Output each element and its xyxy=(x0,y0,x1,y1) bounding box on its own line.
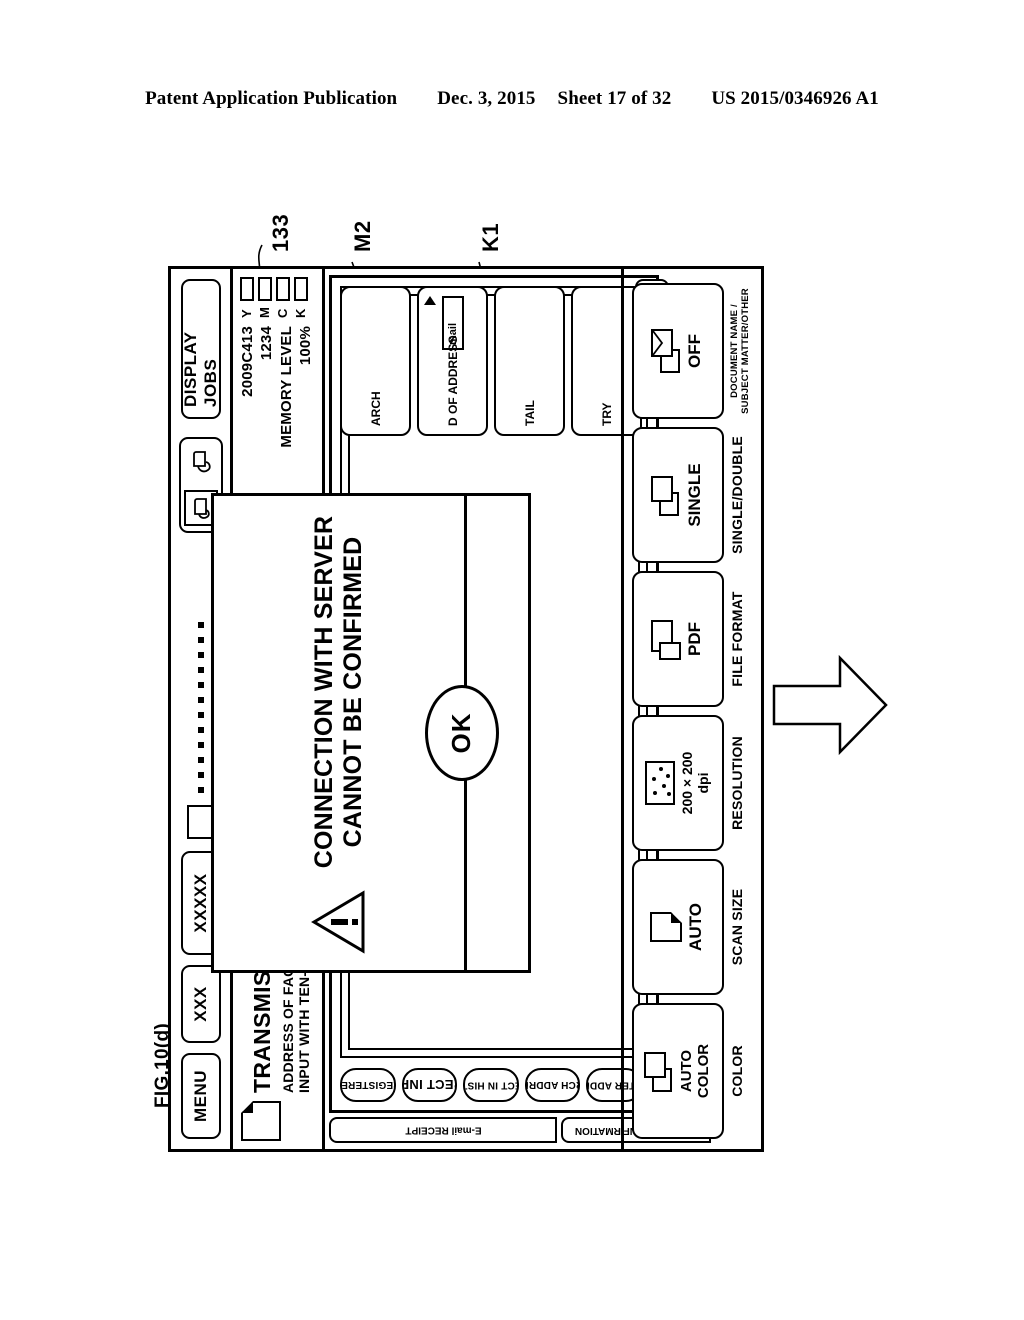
single-double-function: SINGLE SINGLE/DOUBLE xyxy=(632,427,745,563)
file-format-caption: FILE FORMAT xyxy=(729,591,745,687)
scan-size-function: AUTO SCAN SIZE xyxy=(632,859,745,995)
file-format-value: PDF xyxy=(685,622,705,656)
toner-label-y: Y xyxy=(239,309,254,318)
two-sheets-icon xyxy=(651,474,681,516)
single-double-value: SINGLE xyxy=(685,463,705,527)
kind-of-address-value[interactable]: mail xyxy=(441,296,464,350)
search-button[interactable]: ARCH xyxy=(340,286,411,436)
patent-header: Patent Application Publication Dec. 3, 2… xyxy=(0,88,1024,110)
address-button-column: FROM REGISTERED ADDR DIRECT INPUT SELECT… xyxy=(340,1068,648,1102)
document-name-value: OFF xyxy=(685,334,705,368)
dots-run xyxy=(197,539,204,805)
color-button[interactable]: AUTO COLOR xyxy=(632,1003,724,1139)
memory-level-value: 100% xyxy=(297,326,315,366)
resolution-button[interactable]: 200 × 200 dpi xyxy=(632,715,724,851)
pdf-icon xyxy=(651,618,682,660)
from-registered-address-label: FROM REGISTERED ADDR xyxy=(340,1079,396,1091)
tab-email-receipt-label: E-mail RECEIPT xyxy=(404,1124,482,1136)
envelope-icon xyxy=(651,329,681,373)
error-dialog-footer: OK xyxy=(424,496,528,970)
detail-label: TAIL xyxy=(522,400,537,426)
menu-button[interactable]: MENU xyxy=(180,1053,221,1139)
color-caption: COLOR xyxy=(729,1045,745,1097)
callout-K1: K1 xyxy=(478,222,503,252)
error-dialog-message: CONNECTION WITH SERVER CANNOT BE CONFIRM… xyxy=(310,515,367,869)
callout-M2: M2 xyxy=(350,220,375,252)
resolution-caption: RESOLUTION xyxy=(729,736,745,830)
toner-bar-y xyxy=(239,277,254,301)
two-pages-icon xyxy=(644,1050,674,1092)
document-name-button[interactable]: OFF xyxy=(632,283,724,419)
toner-label-c: C xyxy=(275,308,290,318)
search-label: ARCH xyxy=(368,391,383,426)
toner-gauges: Y M C K xyxy=(238,277,322,318)
display-jobs-button[interactable]: DISPLAY JOBS xyxy=(180,279,221,419)
document-name-caption: DOCUMENT NAME / SUBJECT MATTER/OTHER xyxy=(729,288,752,414)
toner-label-m: M xyxy=(257,307,272,318)
single-double-button[interactable]: SINGLE xyxy=(632,427,724,563)
counter-value: 1234 xyxy=(258,326,276,361)
scan-size-button[interactable]: AUTO xyxy=(632,859,724,995)
file-format-button[interactable]: PDF xyxy=(632,571,724,707)
toner-label-k: K xyxy=(293,308,308,318)
callout-133: 133 xyxy=(268,213,293,252)
warning-triangle-icon xyxy=(311,890,367,954)
file-format-function: PDF FILE FORMAT xyxy=(632,571,745,707)
from-registered-address-button[interactable]: FROM REGISTERED ADDR xyxy=(340,1068,396,1102)
toner-bar-m xyxy=(257,277,272,301)
error-dialog: CONNECTION WITH SERVER CANNOT BE CONFIRM… xyxy=(211,493,531,973)
direct-input-label: DIRECT INPUT xyxy=(402,1077,458,1093)
memory-level-label: MEMORY LEVEL xyxy=(277,326,295,448)
entry-label: TRY xyxy=(599,402,614,426)
patent-number: US 2015/0346926 A1 xyxy=(711,88,879,109)
phone-icon[interactable] xyxy=(184,444,218,480)
document-icon xyxy=(650,912,683,942)
resolution-value: 200 × 200 dpi xyxy=(679,751,711,815)
xxx-button[interactable]: XXX xyxy=(180,965,221,1043)
scan-size-caption: SCAN SIZE xyxy=(729,888,745,966)
color-value: AUTO COLOR xyxy=(678,1043,712,1099)
sheet-number: Sheet 17 of 32 xyxy=(557,88,672,109)
toner-bar-c xyxy=(275,277,290,301)
document-name-function: OFF DOCUMENT NAME / SUBJECT MATTER/OTHER xyxy=(632,283,752,419)
figure-stage: MENU XXX XXXXX DISPLAY JOBS ADDRESS OF I… xyxy=(168,262,768,1152)
device-screen: MENU XXX XXXXX DISPLAY JOBS ADDRESS OF I… xyxy=(168,266,764,1152)
dots-icon xyxy=(645,761,676,805)
tab-email-receipt[interactable]: E-mail RECEIPT xyxy=(329,1117,557,1143)
machine-id: 2009C413 xyxy=(239,326,256,397)
detail-button[interactable]: TAIL xyxy=(494,286,565,436)
machine-status-block: 2009C413 1234 MEMORY LEVEL 100% Y M C K xyxy=(233,269,322,497)
direct-input-button[interactable]: DIRECT INPUT xyxy=(401,1068,458,1102)
toner-bar-k xyxy=(293,277,308,301)
serch-address-button[interactable]: SERCH ADDRESS xyxy=(524,1068,581,1102)
serch-address-label: SERCH ADDRESS xyxy=(525,1079,581,1091)
publication-date: Dec. 3, 2015 xyxy=(437,88,536,109)
ok-button[interactable]: OK xyxy=(424,685,499,781)
publication-text: Patent Application Publication xyxy=(145,88,398,109)
kind-of-address-button[interactable]: D OF ADDRESS mail xyxy=(417,286,488,436)
select-in-history-button[interactable]: SELECT IN HISTORY xyxy=(463,1068,519,1102)
resolution-function: 200 × 200 dpi RESOLUTION xyxy=(632,715,745,851)
document-icon xyxy=(241,1101,281,1141)
scan-size-value: AUTO xyxy=(686,903,706,951)
single-double-caption: SINGLE/DOUBLE xyxy=(729,436,745,554)
select-in-history-label: SELECT IN HISTORY xyxy=(463,1079,519,1091)
function-bar: AUTO COLOR COLOR AUTO SCAN SIZE 200 × 20… xyxy=(621,269,761,1149)
chevron-right-icon xyxy=(424,296,436,305)
flow-arrow-icon xyxy=(772,654,888,756)
color-function: AUTO COLOR COLOR xyxy=(632,1003,745,1139)
right-button-column: ARCH D OF ADDRESS mail TAIL TRY xyxy=(340,286,648,436)
